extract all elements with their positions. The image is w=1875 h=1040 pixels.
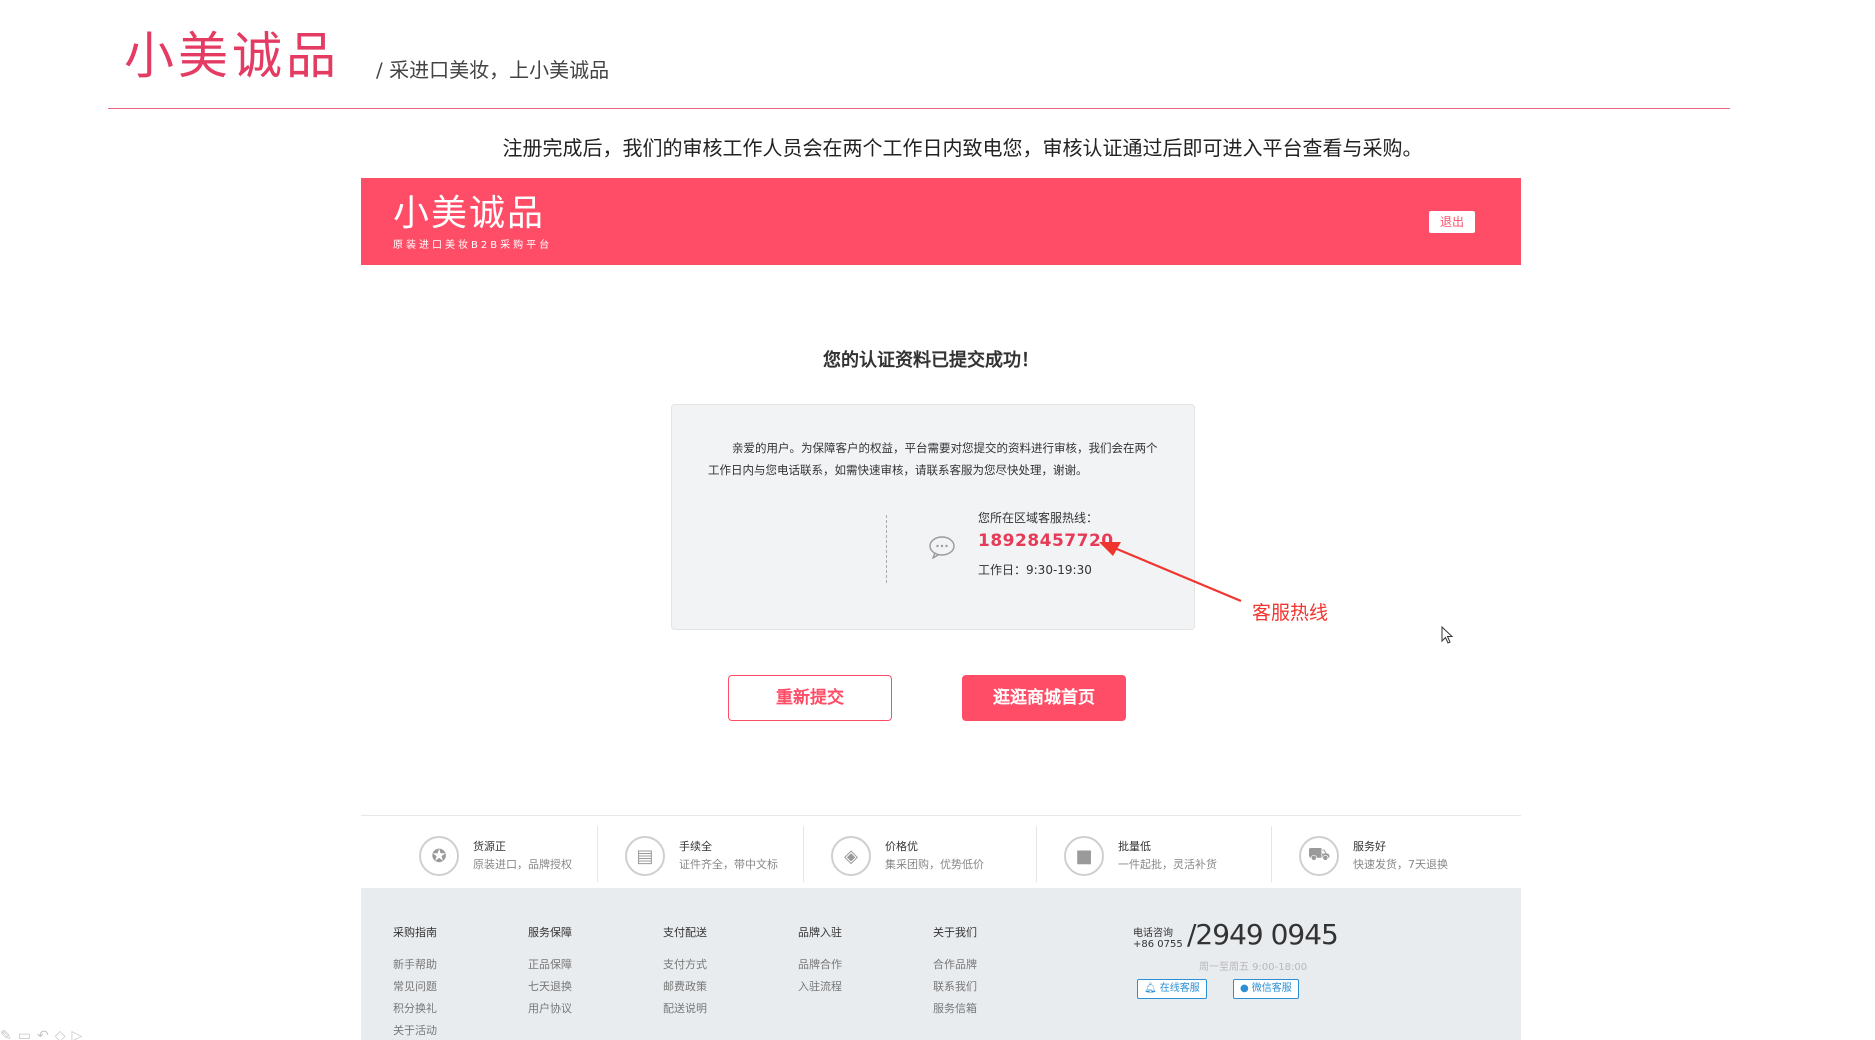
box-icon: ■: [1064, 836, 1104, 876]
footer-link[interactable]: 配送说明: [663, 998, 707, 1020]
feature-desc: 原装进口，品牌授权: [473, 858, 572, 871]
features-strip: ✪ 货源正 原装进口，品牌授权 ▤ 手续全 证件齐全，带中文标 ◈ 价格优 集采…: [361, 815, 1521, 888]
seal-icon: ✪: [419, 836, 459, 876]
phone-number: /2949 0945: [1187, 918, 1339, 951]
footer-column-title: 支付配送: [663, 926, 707, 939]
feature-separator: [1271, 826, 1272, 882]
footer-link[interactable]: 服务信箱: [933, 998, 977, 1020]
footer-column-about: 关于我们 合作品牌 联系我们 服务信箱: [933, 924, 977, 1020]
brand-subtitle: 原装进口美妆B2B采购平台: [393, 240, 553, 251]
truck-icon: ⛟: [1299, 836, 1339, 876]
slide-controls[interactable]: ✎▭↶◇▷: [0, 1028, 88, 1040]
wechat-service-button[interactable]: ● 微信客服: [1233, 979, 1299, 999]
resubmit-button[interactable]: 重新提交: [728, 675, 892, 721]
success-title: 您的认证资料已提交成功！: [823, 350, 1039, 371]
wechat-icon: ●: [1240, 983, 1249, 994]
footer-link[interactable]: 品牌合作: [798, 954, 842, 976]
hotline-hours: 工作日：9:30-19:30: [978, 563, 1092, 577]
mouse-cursor-icon: [1441, 626, 1454, 644]
go-home-button[interactable]: 逛逛商城首页: [962, 675, 1126, 721]
footer-link[interactable]: 正品保障: [528, 954, 572, 976]
pen-icon[interactable]: ✎: [0, 1028, 18, 1040]
footer-column-brand: 品牌入驻 品牌合作 入驻流程: [798, 924, 842, 998]
brand-name: 小美诚品: [393, 193, 546, 234]
online-service-label: 在线客服: [1159, 983, 1200, 994]
footer-column-payment: 支付配送 支付方式 邮费政策 配送说明: [663, 924, 707, 1020]
footer-column-title: 品牌入驻: [798, 926, 842, 939]
footer-link[interactable]: 联系我们: [933, 976, 977, 998]
feature-desc: 一件起批，灵活补货: [1118, 858, 1217, 871]
phone-hours: 周一至周五 9:00-18:00: [1199, 962, 1308, 973]
feature-desc: 集采团购，优势低价: [885, 858, 984, 871]
wechat-service-label: 微信客服: [1251, 983, 1292, 994]
footer-link[interactable]: 积分换礼: [393, 998, 437, 1020]
logout-button[interactable]: 退出: [1429, 211, 1475, 233]
slide-logo: 小美诚品: [124, 27, 340, 85]
feature-desc: 证件齐全，带中文标: [679, 858, 778, 871]
dashed-divider: [886, 515, 887, 583]
footer-column-title: 服务保障: [528, 926, 572, 939]
feature-separator: [1036, 826, 1037, 882]
online-service-button[interactable]: 🔔︎ 在线客服: [1137, 979, 1207, 999]
info-message: 亲爱的用户。为保障客户的权益，平台需要对您提交的资料进行审核，我们会在两个工作日…: [708, 441, 1158, 477]
footer-column-title: 关于我们: [933, 926, 977, 939]
footer-link[interactable]: 七天退换: [528, 976, 572, 998]
footer-link[interactable]: 支付方式: [663, 954, 707, 976]
annotation-label: 客服热线: [1252, 602, 1329, 624]
footer-column-service: 服务保障 正品保障 七天退换 用户协议: [528, 924, 572, 1020]
footer-link[interactable]: 合作品牌: [933, 954, 977, 976]
feature-separator: [803, 826, 804, 882]
chat-icon: [929, 536, 955, 559]
slide-divider: [108, 108, 1730, 109]
play-icon[interactable]: ▷: [71, 1028, 88, 1040]
feature-title: 服务好: [1353, 840, 1386, 853]
footer-column-purchase-guide: 采购指南 新手帮助 常见问题 积分换礼 关于活动: [393, 924, 437, 1040]
footer-link[interactable]: 关于活动: [393, 1020, 437, 1040]
feature-title: 价格优: [885, 840, 918, 853]
slide-note: 注册完成后，我们的审核工作人员会在两个工作日内致电您，审核认证通过后即可进入平台…: [502, 136, 1423, 160]
bell-icon: 🔔︎: [1144, 983, 1157, 994]
footer-column-title: 采购指南: [393, 926, 437, 939]
footer-link[interactable]: 常见问题: [393, 976, 437, 998]
top-bar: 小美诚品 原装进口美妆B2B采购平台 退出: [361, 178, 1521, 265]
slide-tagline: / 采进口美妆，上小美诚品: [376, 58, 610, 82]
feature-title: 批量低: [1118, 840, 1151, 853]
page-screenshot: 小美诚品 原装进口美妆B2B采购平台 退出 您的认证资料已提交成功！ 亲爱的用户…: [361, 178, 1521, 1040]
undo-icon[interactable]: ↶: [37, 1028, 55, 1040]
feature-desc: 快速发货，7天退换: [1353, 858, 1448, 871]
footer-link[interactable]: 新手帮助: [393, 954, 437, 976]
feature-separator: [597, 826, 598, 882]
document-icon: ▤: [625, 836, 665, 876]
phone-prefix: +86 0755: [1133, 939, 1183, 950]
hotline-number[interactable]: 18928457720: [978, 531, 1114, 551]
note-icon[interactable]: ▭: [18, 1028, 37, 1040]
hotline-label: 您所在区域客服热线：: [978, 511, 1099, 525]
footer-link[interactable]: 入驻流程: [798, 976, 842, 998]
feature-title: 货源正: [473, 840, 506, 853]
tag-icon: ◈: [831, 836, 871, 876]
feature-title: 手续全: [679, 840, 712, 853]
footer-link[interactable]: 邮费政策: [663, 976, 707, 998]
brand-logo[interactable]: 小美诚品 原装进口美妆B2B采购平台: [393, 193, 553, 252]
info-box: 亲爱的用户。为保障客户的权益，平台需要对您提交的资料进行审核，我们会在两个工作日…: [671, 404, 1195, 630]
footer-link[interactable]: 用户协议: [528, 998, 572, 1020]
footer: 采购指南 新手帮助 常见问题 积分换礼 关于活动 服务保障 正品保障 七天退换 …: [361, 888, 1521, 1040]
shape-icon[interactable]: ◇: [55, 1028, 72, 1040]
phone-label: 电话咨询: [1133, 928, 1173, 939]
